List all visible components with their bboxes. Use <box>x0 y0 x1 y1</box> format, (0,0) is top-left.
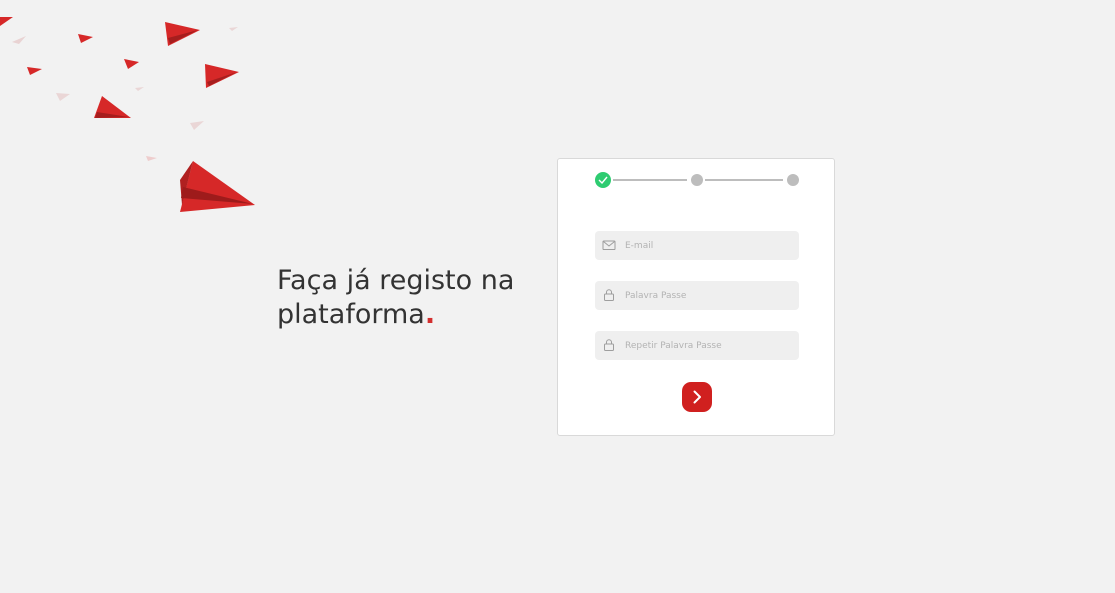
password-input[interactable] <box>625 281 793 310</box>
lock-icon <box>604 339 614 351</box>
email-input[interactable] <box>625 231 793 260</box>
page-title: Faça já registo na plataforma. <box>277 264 547 332</box>
lock-icon <box>604 289 614 301</box>
next-button[interactable] <box>682 382 712 412</box>
step-connector <box>705 179 783 181</box>
register-page: Faça já registo na plataforma. <box>0 0 1115 593</box>
paper-planes-decoration <box>0 17 255 212</box>
paper-plane-icon <box>146 156 157 161</box>
step-3 <box>787 174 799 186</box>
chevron-right-icon <box>693 390 701 404</box>
envelope-icon <box>602 240 616 250</box>
check-icon <box>598 176 608 184</box>
paper-plane-icon <box>124 59 139 69</box>
page-title-text: Faça já registo na plataforma <box>277 265 515 330</box>
step-connector <box>613 179 687 181</box>
title-accent-dot: . <box>424 299 436 330</box>
email-field <box>595 231 799 260</box>
paper-plane-icon <box>135 87 144 91</box>
password-field <box>595 281 799 310</box>
paper-plane-icon <box>0 17 13 26</box>
step-2 <box>691 174 703 186</box>
paper-plane-icon <box>27 67 42 75</box>
paper-plane-icon <box>78 34 93 43</box>
progress-stepper <box>595 172 801 188</box>
step-1-completed <box>595 172 611 188</box>
repeat-password-field <box>595 331 799 360</box>
registration-card <box>557 158 835 436</box>
paper-plane-icon <box>180 161 255 212</box>
paper-plane-icon <box>56 93 70 101</box>
paper-plane-icon <box>229 27 238 31</box>
paper-plane-icon <box>12 36 26 44</box>
repeat-password-input[interactable] <box>625 331 793 360</box>
paper-plane-icon <box>190 121 204 130</box>
